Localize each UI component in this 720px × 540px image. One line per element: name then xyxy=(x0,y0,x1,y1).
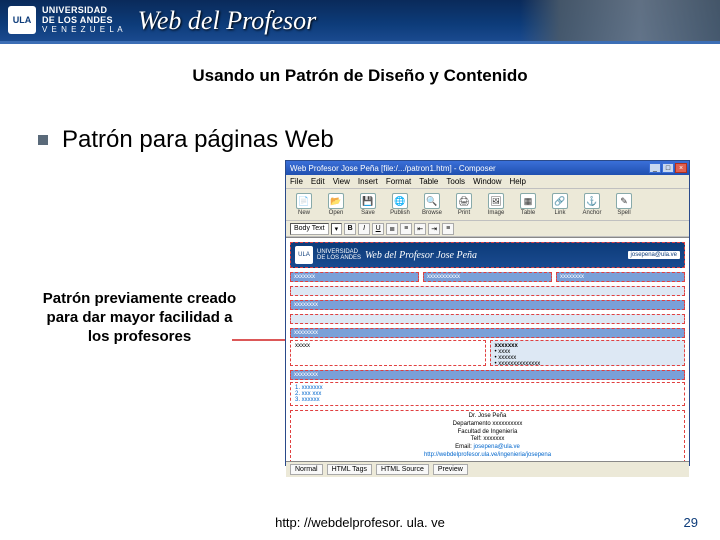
outdent-button[interactable]: ⇤ xyxy=(414,223,426,235)
section-2: xxxxxxxx xyxy=(290,328,685,338)
window-title: Web Profesor Jose Peña [file:/.../patron… xyxy=(290,164,496,173)
underline-button[interactable]: U xyxy=(372,223,384,235)
page-crest-icon: ULA xyxy=(295,246,313,264)
menu-edit[interactable]: Edit xyxy=(311,177,325,186)
format-bar: Body Text ▾ B I U ≣ ≡ ⇤ ⇥ ≡ xyxy=(286,221,689,237)
font-dropdown[interactable]: ▾ xyxy=(331,223,343,235)
tb-table[interactable]: ▦Table xyxy=(514,193,542,216)
table-icon: ▦ xyxy=(520,193,536,209)
slide-banner: ULA UNIVERSIDAD DE LOS ANDES V E N E Z U… xyxy=(0,0,720,44)
publish-icon: 🌐 xyxy=(392,193,408,209)
tb-anchor[interactable]: ⚓Anchor xyxy=(578,193,606,216)
bold-button[interactable]: B xyxy=(344,223,356,235)
signature-block: Dr. Jose Peña Departamento xxxxxxxxxx Fa… xyxy=(290,410,685,461)
tb-link[interactable]: 🔗Link xyxy=(546,193,574,216)
page-header: ULA UNIVERSIDAD DE LOS ANDES Web del Pro… xyxy=(290,242,685,268)
prof-page-title: Web del Profesor Jose Peña xyxy=(365,250,477,261)
section-3: xxxxxxxx xyxy=(290,370,685,380)
bullet-square-icon xyxy=(38,135,48,145)
status-bar: Normal HTML Tags HTML Source Preview xyxy=(286,461,689,477)
tab-normal[interactable]: Normal xyxy=(290,464,323,475)
open-icon: 📂 xyxy=(328,193,344,209)
section-1: xxxxxxxx xyxy=(290,300,685,310)
window-titlebar: Web Profesor Jose Peña [file:/.../patron… xyxy=(286,161,689,175)
align-left-button[interactable]: ≡ xyxy=(442,223,454,235)
tb-new[interactable]: 📄New xyxy=(290,193,318,216)
nav-3[interactable]: xxxxxxxx xyxy=(556,272,685,282)
toolbar: 📄New 📂Open 💾Save 🌐Publish 🔍Browse 🖨Print… xyxy=(286,189,689,221)
banner-logo: ULA UNIVERSIDAD DE LOS ANDES V E N E Z U… xyxy=(0,6,124,35)
menu-file[interactable]: File xyxy=(290,177,303,186)
composer-window: Web Profesor Jose Peña [file:/.../patron… xyxy=(285,160,690,466)
page-nav: xxxxxxx xxxxxxxxxxx xxxxxxxx xyxy=(290,272,685,282)
page-canvas[interactable]: ULA UNIVERSIDAD DE LOS ANDES Web del Pro… xyxy=(286,237,689,461)
footer-url: http: //webdelprofesor. ula. ve xyxy=(275,515,445,530)
university-name: UNIVERSIDAD DE LOS ANDES V E N E Z U E L… xyxy=(42,6,124,35)
slide-footer: http: //webdelprofesor. ula. ve 29 xyxy=(0,515,720,530)
tb-save[interactable]: 💾Save xyxy=(354,193,382,216)
new-file-icon: 📄 xyxy=(296,193,312,209)
annotation-caption: Patrón previamente creado para dar mayor… xyxy=(42,290,237,346)
menu-table[interactable]: Table xyxy=(419,177,438,186)
tab-html-source[interactable]: HTML Source xyxy=(376,464,429,475)
print-icon: 🖨 xyxy=(456,193,472,209)
tb-print[interactable]: 🖨Print xyxy=(450,193,478,216)
bullet-text: Patrón para páginas Web xyxy=(62,126,334,154)
tb-image[interactable]: 🖼Image xyxy=(482,193,510,216)
anchor-icon: ⚓ xyxy=(584,193,600,209)
tb-spell[interactable]: ✎Spell xyxy=(610,193,638,216)
nav-2[interactable]: xxxxxxxxxxx xyxy=(423,272,552,282)
banner-photo xyxy=(520,0,720,41)
tb-browse[interactable]: 🔍Browse xyxy=(418,193,446,216)
menu-help[interactable]: Help xyxy=(510,177,526,186)
menu-format[interactable]: Format xyxy=(386,177,411,186)
university-crest-icon: ULA xyxy=(8,6,36,34)
menu-insert[interactable]: Insert xyxy=(358,177,378,186)
tb-open[interactable]: 📂Open xyxy=(322,193,350,216)
list-ol-button[interactable]: ≡ xyxy=(400,223,412,235)
tab-html-tags[interactable]: HTML Tags xyxy=(327,464,372,475)
col-right: xxxxxxx • xxxx • xxxxxx • xxxxxxxxxxxxxx xyxy=(490,340,686,366)
numbered-list: 1. xxxxxxx 2. xxx xxx 3. xxxxxx xyxy=(290,382,685,406)
save-icon: 💾 xyxy=(360,193,376,209)
image-icon: 🖼 xyxy=(488,193,504,209)
link-icon: 🔗 xyxy=(552,193,568,209)
format-dropdown[interactable]: Body Text xyxy=(290,223,329,235)
minimize-icon[interactable]: _ xyxy=(649,163,661,173)
spell-icon: ✎ xyxy=(616,193,632,209)
slide-title: Usando un Patrón de Diseño y Contenido xyxy=(0,66,720,86)
email-badge: josepena@ula.ve xyxy=(628,251,680,259)
menu-tools[interactable]: Tools xyxy=(446,177,465,186)
wide-bar-2 xyxy=(290,314,685,324)
menu-bar[interactable]: File Edit View Insert Format Table Tools… xyxy=(286,175,689,189)
browse-icon: 🔍 xyxy=(424,193,440,209)
maximize-icon[interactable]: □ xyxy=(662,163,674,173)
menu-view[interactable]: View xyxy=(333,177,350,186)
italic-button[interactable]: I xyxy=(358,223,370,235)
list-ul-button[interactable]: ≣ xyxy=(386,223,398,235)
wide-bar xyxy=(290,286,685,296)
page-number: 29 xyxy=(684,515,698,530)
bullet-item: Patrón para páginas Web xyxy=(38,126,720,154)
tab-preview[interactable]: Preview xyxy=(433,464,468,475)
col-left: xxxxx xyxy=(290,340,486,366)
menu-window[interactable]: Window xyxy=(473,177,501,186)
indent-button[interactable]: ⇥ xyxy=(428,223,440,235)
close-icon[interactable]: × xyxy=(675,163,687,173)
tb-publish[interactable]: 🌐Publish xyxy=(386,193,414,216)
nav-1[interactable]: xxxxxxx xyxy=(290,272,419,282)
banner-title: Web del Profesor xyxy=(138,6,317,36)
